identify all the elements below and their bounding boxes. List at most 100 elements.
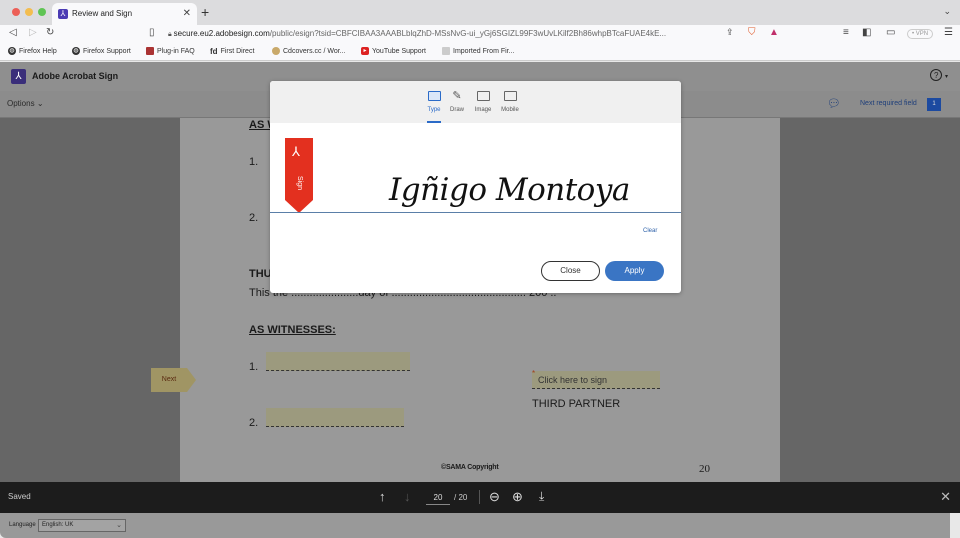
browser-tab[interactable]: ⅄ Review and Sign ✕ — [52, 3, 197, 25]
language-label: Language — [9, 522, 36, 528]
bookmark-label: Firefox Help — [19, 47, 57, 55]
forward-icon[interactable]: ▷ — [29, 27, 37, 38]
playlist-icon[interactable]: ≡ — [843, 27, 849, 38]
chevron-down-icon[interactable]: ⌄ — [943, 6, 951, 17]
close-icon[interactable]: ✕ — [940, 489, 951, 505]
options-label: Options — [7, 99, 35, 108]
bookmark-firefox-help[interactable]: ◍ Firefox Help — [8, 47, 57, 55]
signature-method-tabs: Type ✎ Draw Image Mobile — [270, 81, 681, 123]
close-button[interactable]: Close — [541, 261, 600, 281]
witness-1-field[interactable] — [266, 352, 410, 371]
comment-icon[interactable]: 💬︎ — [827, 97, 841, 110]
required-field-count-badge[interactable]: 1 — [927, 98, 941, 111]
window-minimize-button[interactable] — [25, 8, 33, 16]
third-partner-label: THIRD PARTNER — [532, 398, 621, 410]
tab-title: Review and Sign — [72, 9, 133, 18]
share-icon[interactable]: ⇪ — [726, 27, 734, 38]
window-close-button[interactable] — [12, 8, 20, 16]
bookmark-cdcovers[interactable]: Cdcovers.cc / Wor... — [272, 47, 346, 55]
bookmark-label: Imported From Fir... — [453, 47, 515, 55]
save-status: Saved — [8, 492, 31, 501]
zoom-out-icon[interactable]: ⊖ — [489, 489, 500, 505]
cdcovers-icon — [272, 47, 280, 55]
url-bar[interactable]: 🔒︎ secure.eu2.adobesign.com/public/esign… — [168, 26, 738, 41]
sidebar-icon[interactable]: ◧ — [862, 27, 871, 38]
new-tab-button[interactable]: + — [201, 4, 209, 20]
fd-icon: fd — [210, 47, 218, 56]
sign-ribbon: ⅄ Sign — [285, 138, 313, 213]
bookmark-label: Cdcovers.cc / Wor... — [283, 47, 346, 55]
brave-shield-icon[interactable]: ⛉ — [748, 27, 756, 38]
back-icon[interactable]: ◁ — [9, 27, 17, 38]
url-path: /public/esign?tsid=CBFCIBAA3AAABLblqZhD-… — [269, 29, 667, 38]
signature-field-label: Click here to sign — [538, 375, 608, 385]
tab-draw[interactable]: ✎ Draw — [444, 90, 470, 114]
next-page-icon[interactable]: ↓ — [404, 489, 411, 504]
pen-icon: ✎ — [452, 90, 462, 102]
wallet-icon[interactable]: ▭ — [886, 27, 895, 38]
folder-icon — [442, 47, 450, 55]
divider — [479, 490, 480, 504]
page-number-text: 20 — [699, 463, 710, 475]
next-field-button[interactable]: Next — [151, 368, 196, 392]
clear-button[interactable]: Clear — [643, 228, 657, 234]
app-title: Adobe Acrobat Sign — [32, 71, 119, 81]
plugin-icon — [146, 47, 154, 55]
acrobat-logo-icon: ⅄ — [11, 69, 26, 84]
language-bar: Language English: UK ⌄ — [0, 513, 950, 538]
bookmark-firefox-support[interactable]: ◍ Firefox Support — [72, 47, 131, 55]
url-host: secure.eu2.adobesign.com — [173, 29, 270, 38]
browser-tab-bar: ⅄ Review and Sign ✕ + ⌄ — [0, 0, 960, 25]
bookmark-plugin-faq[interactable]: Plug-in FAQ — [146, 47, 195, 55]
bookmark-label: YouTube Support — [372, 47, 426, 55]
bookmark-label: Plug-in FAQ — [157, 47, 195, 55]
witness-number: 1. — [249, 361, 259, 373]
reload-icon[interactable]: ↻ — [46, 27, 54, 38]
browser-nav-bar: ◁ ▷ ↻ ▯ 🔒︎ secure.eu2.adobesign.com/publ… — [0, 25, 960, 43]
copyright-text: ©SAMA Copyright — [441, 464, 499, 471]
bookmark-icon[interactable]: ▯ — [149, 27, 155, 38]
previous-page-icon[interactable]: ↑ — [379, 489, 386, 504]
acrobat-icon: ⅄ — [292, 144, 300, 159]
zoom-in-icon[interactable]: ⊕ — [512, 489, 523, 505]
options-dropdown[interactable]: Options ⌄ — [7, 99, 44, 108]
globe-icon: ◍ — [8, 47, 16, 55]
tab-label: Mobile — [501, 107, 519, 113]
chevron-down-icon: ⌄ — [36, 99, 44, 108]
tab-label: Draw — [449, 107, 464, 113]
bookmark-youtube-support[interactable]: ▸ YouTube Support — [361, 47, 426, 55]
bookmark-first-direct[interactable]: fd First Direct — [210, 47, 254, 56]
window-maximize-button[interactable] — [38, 8, 46, 16]
download-icon[interactable]: ⤓ — [539, 489, 544, 504]
signature-line — [270, 212, 681, 213]
mobile-icon — [503, 91, 517, 101]
menu-icon[interactable]: ☰ — [944, 27, 953, 38]
tab-label: Image — [474, 107, 492, 113]
keyboard-icon — [427, 91, 441, 101]
image-icon — [476, 91, 490, 101]
signature-dialog: Type ✎ Draw Image Mobile ⅄ Sign Igñigo M… — [270, 81, 681, 293]
witness-2-field[interactable] — [266, 408, 404, 427]
rewards-icon[interactable]: ▲ — [769, 27, 779, 38]
tab-image[interactable]: Image — [470, 91, 496, 113]
page-navigation-bar: Saved ↑ ↓ 20 / 20 ⊖ ⊕ ⤓ ✕ — [0, 482, 960, 513]
vpn-button[interactable]: • VPN — [907, 29, 934, 39]
bookmark-imported[interactable]: Imported From Fir... — [442, 47, 514, 55]
close-tab-icon[interactable]: ✕ — [183, 8, 191, 19]
language-select[interactable]: English: UK ⌄ — [38, 519, 126, 532]
next-required-field-link[interactable]: Next required field — [860, 100, 917, 107]
acrobat-icon: ⅄ — [58, 9, 68, 19]
language-selected: English: UK — [42, 522, 74, 528]
help-button[interactable]: ? ▾ — [930, 69, 948, 81]
line-number: 1. — [249, 156, 259, 168]
youtube-icon: ▸ — [361, 47, 369, 55]
chevron-down-icon: ▾ — [944, 74, 948, 80]
required-star: * — [532, 369, 536, 378]
bookmarks-bar: ◍ Firefox Help ◍ Firefox Support Plug-in F… — [0, 43, 960, 61]
apply-button[interactable]: Apply — [605, 261, 664, 281]
signature-field[interactable]: * Click here to sign — [532, 369, 660, 389]
tab-mobile[interactable]: Mobile — [497, 91, 523, 113]
page-number-input[interactable]: 20 — [426, 493, 450, 505]
witness-number: 2. — [249, 417, 259, 429]
line-number: 2. — [249, 212, 259, 224]
